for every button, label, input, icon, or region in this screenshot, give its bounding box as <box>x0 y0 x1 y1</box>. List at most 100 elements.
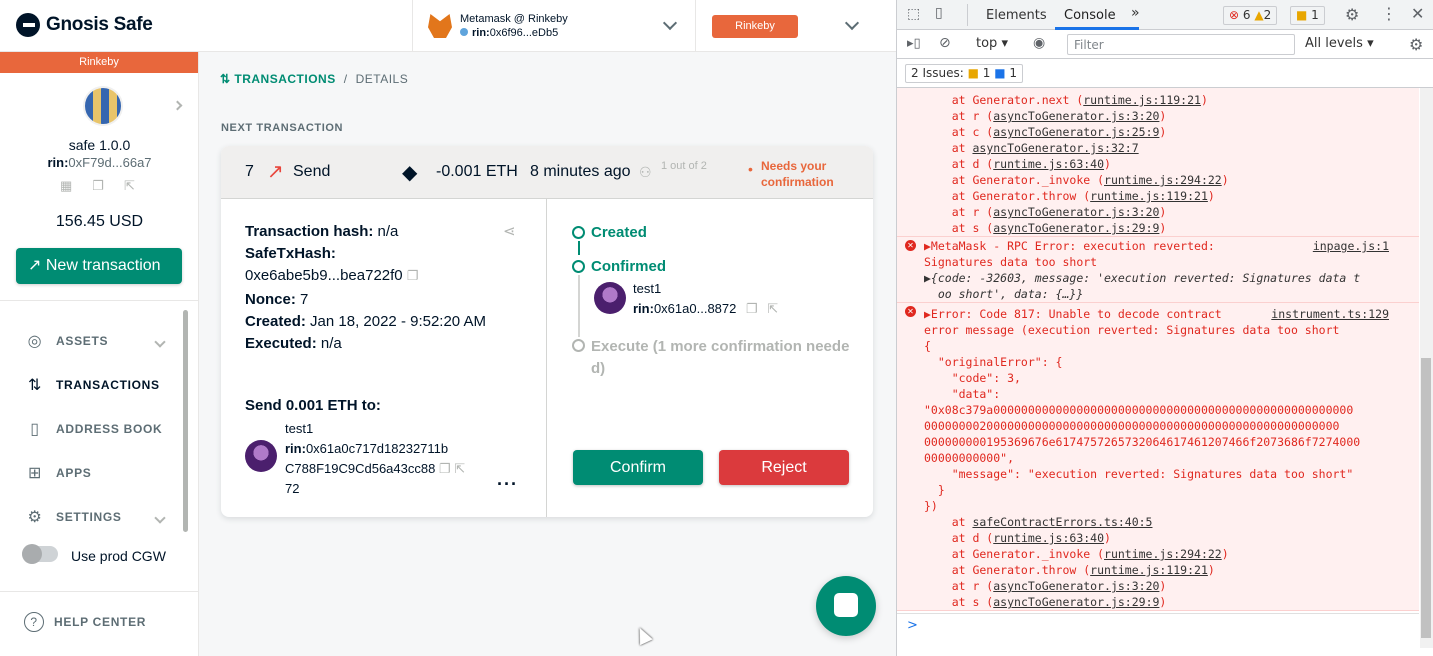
stack-frame-link[interactable]: safeContractErrors.ts:40:5 <box>972 515 1152 529</box>
stack-frame-link[interactable]: runtime.js:63:40 <box>993 157 1104 171</box>
console-prompt[interactable]: > <box>897 613 1419 656</box>
intercom-chat-button[interactable] <box>816 576 876 636</box>
prod-cgw-toggle[interactable] <box>22 544 58 564</box>
stack-frame-text: at <box>924 141 973 155</box>
console-line: oo short', data: {…}} <box>924 287 1084 301</box>
network-button[interactable]: Rinkeby <box>712 15 798 38</box>
console-line[interactable]: ▶{code: -32603, message: 'execution reve… <box>924 270 1413 286</box>
error-count: 6 <box>1242 8 1251 22</box>
more-options-icon[interactable]: ··· <box>497 474 518 495</box>
context-select[interactable]: top ▾ <box>976 36 1008 51</box>
send-arrow-icon: ↗ <box>267 161 284 183</box>
filter-input[interactable]: Filter <box>1067 34 1295 55</box>
new-transaction-button[interactable]: ↗ New transaction <box>16 248 182 284</box>
sidebar-item-transactions[interactable]: ⇅ TRANSACTIONS <box>24 374 160 396</box>
clear-console-icon[interactable]: ⊘ <box>939 35 951 51</box>
share-icon[interactable]: ⋖ <box>503 222 516 240</box>
close-icon[interactable]: ✕ <box>1411 4 1424 23</box>
wallet-chevron-down-icon[interactable] <box>662 15 678 31</box>
sidebar-item-assets[interactable]: ◎ ASSETS <box>24 330 108 352</box>
issue-counters[interactable]: ⊗ 6 ▲2 <box>1223 6 1278 25</box>
source-link[interactable]: inpage.js:1 <box>1313 238 1389 254</box>
tab-console[interactable]: Console <box>1064 8 1116 23</box>
stack-frame-link[interactable]: runtime.js:294:22 <box>1104 547 1222 561</box>
plus-circle-icon <box>572 226 585 239</box>
stack-frame-link[interactable]: runtime.js:119:21 <box>1090 189 1208 203</box>
assets-chevron-down-icon[interactable] <box>154 336 166 348</box>
kebab-menu-icon[interactable]: ⋮ <box>1381 4 1397 23</box>
external-link-icon[interactable]: ⇱ <box>454 461 465 476</box>
timeline-created: Created <box>572 224 647 241</box>
issues-badge[interactable]: ■ 1 <box>1290 6 1325 25</box>
reject-button[interactable]: Reject <box>719 450 849 485</box>
tx-confirmations: 1 out of 2 <box>661 160 707 172</box>
transaction-summary-row[interactable]: 7 ↗ Send ◆ -0.001 ETH 8 minutes ago ⚇ 1 … <box>221 146 873 199</box>
sidebar-item-settings[interactable]: ⚙ SETTINGS <box>24 506 122 528</box>
stack-frame-link[interactable]: runtime.js:119:21 <box>1090 563 1208 577</box>
issues-label: 2 Issues: <box>911 66 964 80</box>
app-logo[interactable]: Gnosis Safe <box>16 13 153 37</box>
stack-frame-text: at <box>924 515 973 529</box>
confirm-button[interactable]: Confirm <box>573 450 703 485</box>
settings-gear-icon[interactable]: ⚙ <box>1345 5 1359 24</box>
stack-frame-link[interactable]: asyncToGenerator.js:3:20 <box>993 109 1159 123</box>
tab-elements[interactable]: Elements <box>986 8 1047 23</box>
console-scroll-thumb[interactable] <box>1421 358 1431 638</box>
stack-frame-link[interactable]: runtime.js:63:40 <box>993 531 1104 545</box>
sidebar-scrollbar[interactable] <box>183 310 188 532</box>
owner-info: test1 rin:0x61a0...8872 ❐ ⇱ <box>633 279 778 319</box>
more-tabs-icon[interactable]: » <box>1131 5 1140 21</box>
external-link-icon[interactable]: ⇱ <box>124 178 135 194</box>
stack-frame-text: at r ( <box>924 109 994 123</box>
recipient-address-1: 0x61a0c717d18232711b <box>305 441 449 456</box>
sidebar-item-apps[interactable]: ⊞ APPS <box>24 462 91 484</box>
eye-icon[interactable]: ◉ <box>1033 35 1045 51</box>
log-levels-select[interactable]: All levels ▾ <box>1305 36 1374 51</box>
error-icon: ✕ <box>905 306 916 317</box>
stack-frame-link[interactable]: runtime.js:294:22 <box>1104 173 1222 187</box>
stack-frame-text: ) <box>1104 531 1111 545</box>
copy-icon[interactable]: ❐ <box>92 178 104 194</box>
send-to-label-text: Send 0.001 ETH to: <box>245 397 381 414</box>
device-toolbar-icon[interactable]: ▯ <box>935 5 943 21</box>
network-banner: Rinkeby <box>0 52 198 73</box>
breadcrumb-transactions[interactable]: ⇅ TRANSACTIONS <box>220 72 336 86</box>
console-scrollbar[interactable] <box>1420 88 1433 648</box>
stack-frame-link[interactable]: asyncToGenerator.js:32:7 <box>972 141 1138 155</box>
chevron-right-icon[interactable] <box>172 100 183 111</box>
console-settings-icon[interactable]: ⚙ <box>1409 35 1423 54</box>
sidebar-item-address-book[interactable]: ▯ ADDRESS BOOK <box>24 418 162 440</box>
settings-chevron-down-icon[interactable] <box>154 512 166 524</box>
safe-tx-hash-value: 0xe6abe5b9...bea722f0 <box>245 267 403 284</box>
arrow-up-right-icon: ↗ <box>28 257 46 274</box>
owner-address: 0x61a0...8872 <box>653 301 737 316</box>
stack-frame-link[interactable]: asyncToGenerator.js:3:20 <box>993 205 1159 219</box>
issues-summary[interactable]: 2 Issues: ■ 1 ■ 1 <box>905 64 1024 83</box>
copy-icon[interactable]: ❐ <box>407 268 419 283</box>
created-label: Created: <box>245 313 306 330</box>
external-link-icon[interactable]: ⇱ <box>767 301 778 316</box>
log-levels-value: All levels <box>1305 36 1363 51</box>
stack-frame-link[interactable]: asyncToGenerator.js:29:9 <box>993 595 1159 609</box>
sidebar-toggle-icon[interactable]: ▸▯ <box>907 36 921 51</box>
copy-icon[interactable]: ❐ <box>439 461 451 476</box>
safe-tx-hash-label: SafeTxHash: <box>245 245 336 262</box>
stack-frame-link[interactable]: asyncToGenerator.js:3:20 <box>993 579 1159 593</box>
safe-tx-hash-row: 0xe6abe5b9...bea722f0 ❐ <box>245 267 418 284</box>
source-link[interactable]: instrument.ts:129 <box>1271 306 1389 322</box>
console-line: "message": "execution reverted: Signatur… <box>924 467 1354 481</box>
breadcrumb-separator: / <box>343 72 348 86</box>
status-dot-icon: • <box>748 161 753 177</box>
stack-frame-link[interactable]: asyncToGenerator.js:29:9 <box>993 221 1159 235</box>
inspect-element-icon[interactable]: ⬚ <box>907 6 920 22</box>
stack-frame-link[interactable]: asyncToGenerator.js:25:9 <box>993 125 1159 139</box>
stack-frame-link[interactable]: runtime.js:119:21 <box>1083 93 1201 107</box>
error-icon: ⊗ <box>1229 8 1240 22</box>
transactions-icon: ⇅ <box>220 72 235 86</box>
recipient-avatar <box>245 440 277 472</box>
copy-icon[interactable]: ❐ <box>746 301 758 316</box>
qr-code-icon[interactable]: ▦ <box>60 178 72 194</box>
help-center-link[interactable]: ? HELP CENTER <box>24 612 146 632</box>
wallet-info[interactable]: Metamask @ Rinkeby rin:0x6f96...eDb5 <box>428 12 568 40</box>
network-chevron-down-icon[interactable] <box>844 15 860 31</box>
